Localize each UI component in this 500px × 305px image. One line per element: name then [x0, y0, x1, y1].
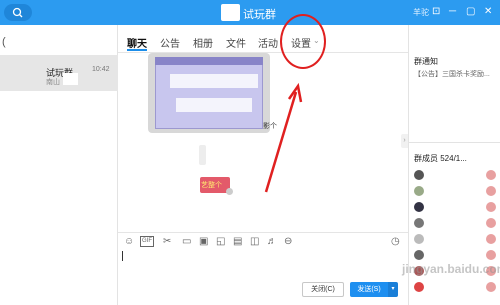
vote-icon[interactable]: ◫	[250, 236, 259, 248]
text-input[interactable]	[122, 251, 123, 261]
member-role-icon	[486, 186, 496, 196]
member-role-icon	[486, 202, 496, 212]
composer-toolbar	[118, 232, 408, 250]
history-icon[interactable]: ◷	[391, 236, 400, 248]
member-role-icon	[486, 234, 496, 244]
member-avatar[interactable]	[414, 218, 424, 228]
send-button[interactable]: 发送(S)	[350, 282, 388, 297]
group-notice-title[interactable]: 群通知	[414, 56, 438, 67]
screen-icon[interactable]: ◱	[216, 236, 225, 248]
member-avatar[interactable]	[414, 234, 424, 244]
send-options-button[interactable]: ▾	[388, 282, 398, 297]
member-avatar[interactable]	[414, 170, 424, 180]
scissors-icon[interactable]: ✂	[163, 236, 171, 248]
file-icon[interactable]: ▭	[182, 236, 191, 248]
member-role-icon	[486, 282, 496, 292]
member-avatar[interactable]	[414, 202, 424, 212]
watermark-text: jingyan.baidu.com	[402, 262, 500, 276]
emoji-icon[interactable]: ☺	[124, 236, 134, 248]
divider	[408, 142, 500, 143]
members-title: 群成员 524/1...	[414, 154, 467, 163]
member-avatar[interactable]	[414, 282, 424, 292]
member-role-icon	[486, 218, 496, 228]
member-avatar[interactable]	[414, 250, 424, 260]
member-avatar[interactable]	[414, 186, 424, 196]
gif-icon[interactable]: GIF	[140, 236, 154, 247]
group-notice-text[interactable]: 【公告】三国杀卡奖励...	[414, 69, 500, 79]
collapse-arrow-icon[interactable]: ›	[401, 134, 408, 148]
music-icon[interactable]: ♬	[267, 236, 277, 248]
image-icon[interactable]: ▣	[199, 236, 208, 248]
member-role-icon	[486, 170, 496, 180]
more-options-icon[interactable]: ⊖	[284, 236, 292, 248]
member-role-icon	[486, 250, 496, 260]
close-chat-button[interactable]: 关闭(C)	[302, 282, 344, 297]
gift-icon[interactable]: ▤	[233, 236, 242, 248]
